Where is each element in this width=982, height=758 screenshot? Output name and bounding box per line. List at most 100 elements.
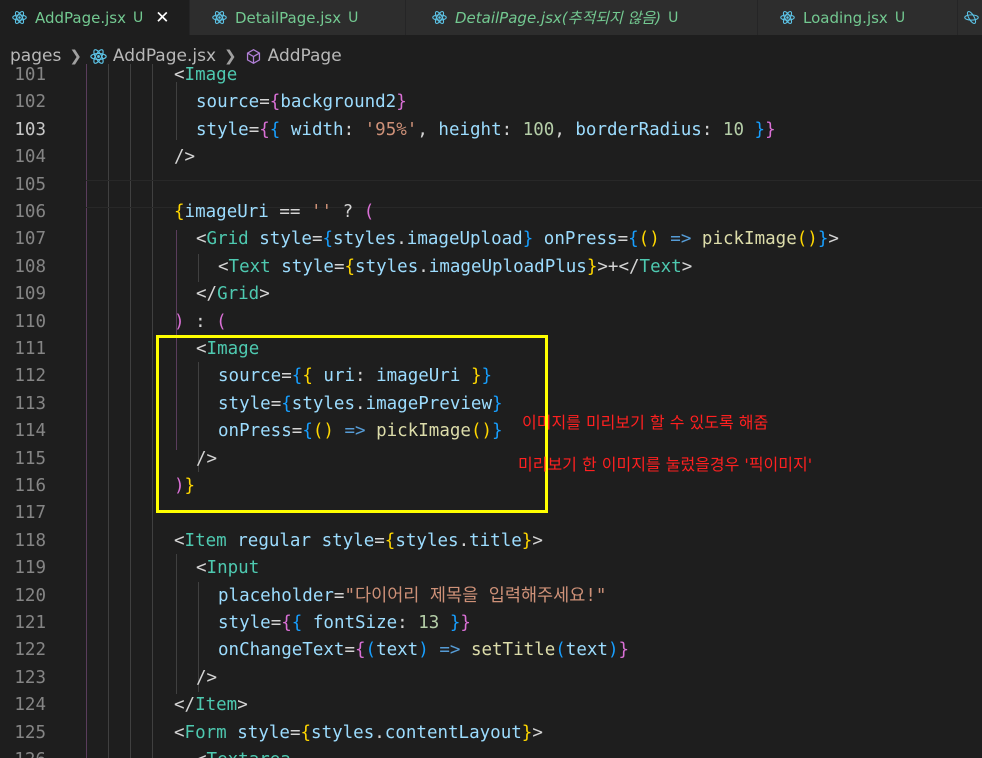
annotation-note-1: 이미지를 미리보기 할 수 있도록 해줌 <box>522 413 769 432</box>
code-line[interactable]: 125 <Form style={styles.contentLayout}> <box>0 720 982 748</box>
tab-addpage[interactable]: AddPage.jsx U ✕ <box>0 0 190 35</box>
code-token: { <box>281 613 292 633</box>
breadcrumb-file[interactable]: AddPage.jsx <box>113 46 216 66</box>
code-token: = <box>333 256 345 277</box>
code-token: </ <box>174 695 196 716</box>
tab-detailpage[interactable]: DetailPage.jsx U <box>190 0 406 35</box>
tab-label: DetailPage.jsx <box>235 8 342 27</box>
code-token: } <box>449 613 461 633</box>
code-token: = <box>270 613 282 633</box>
react-icon <box>12 10 27 25</box>
code-token: source <box>196 92 260 113</box>
code-line[interactable]: 123 /> <box>0 665 982 693</box>
code-text: <Form style={styles.contentLayout}> <box>174 720 543 748</box>
line-number: 122 <box>14 640 46 661</box>
code-token: ? <box>332 202 364 222</box>
highlight-box <box>156 335 548 513</box>
code-token: /> <box>196 667 218 688</box>
code-token: = <box>617 229 629 250</box>
code-token: ) <box>174 311 185 332</box>
line-number: 125 <box>14 722 46 743</box>
code-token: imageUpload <box>406 229 523 250</box>
code-token: : <box>343 119 365 140</box>
code-token: : <box>397 613 419 633</box>
breadcrumb-symbol[interactable]: AddPage <box>268 46 342 66</box>
react-icon <box>212 10 227 25</box>
untracked-badge: U <box>894 9 906 26</box>
tab-bar: AddPage.jsx U ✕ DetailPage.jsx U DetailP… <box>0 0 982 35</box>
code-line[interactable]: 104 /> <box>0 144 982 172</box>
code-line[interactable]: 122 onChangeText={(text) => setTitle(text… <box>0 637 982 665</box>
line-number: 111 <box>14 339 46 359</box>
code-token: = <box>259 92 270 113</box>
code-token: { <box>354 640 366 661</box>
code-token: Textarea <box>207 750 291 758</box>
line-number: 103 <box>14 119 46 140</box>
line-number: 120 <box>14 585 46 606</box>
code-line[interactable]: 120 placeholder="다이어리 제목을 입력해주세요!" <box>0 583 982 611</box>
line-number: 114 <box>14 421 46 442</box>
code-token: > <box>259 284 270 305</box>
code-token: { <box>291 613 303 633</box>
code-line[interactable]: 118 <Item regular style={styles.title}> <box>0 528 982 556</box>
code-token: , <box>554 119 576 140</box>
code-text: <Text style={styles.imageUploadPlus}>+</… <box>218 254 692 282</box>
code-line[interactable]: 110) : ( <box>0 309 982 337</box>
code-text: <Image <box>174 64 237 90</box>
tab-detailpage-untracked[interactable]: DetailPage.jsx(추적되지 않음) U <box>406 0 758 35</box>
line-number: 102 <box>14 92 46 113</box>
symbol-class-icon <box>246 48 260 64</box>
code-token: style <box>196 119 249 140</box>
code-token: { <box>628 229 639 250</box>
close-icon[interactable]: ✕ <box>155 8 169 28</box>
code-text: /> <box>196 665 217 693</box>
code-token: } <box>522 229 534 250</box>
code-line[interactable]: 102 source={background2} <box>0 89 982 117</box>
code-token: . <box>396 229 407 250</box>
code-token: } <box>460 613 471 633</box>
code-token: width <box>290 119 344 140</box>
code-token: = <box>289 722 301 743</box>
line-number: 116 <box>14 476 46 496</box>
code-token: } <box>521 722 533 743</box>
code-token: style <box>237 722 290 743</box>
code-line[interactable]: 105 <box>0 172 982 200</box>
code-token: title <box>469 530 522 551</box>
line-number: 118 <box>14 530 46 551</box>
code-token: Item <box>195 695 238 716</box>
code-line[interactable]: 101 <Image <box>0 64 982 90</box>
code-text: {imageUri == '' ? ( <box>174 199 374 227</box>
react-icon <box>432 10 447 25</box>
line-number: 119 <box>14 558 46 579</box>
code-token: < <box>196 750 207 758</box>
code-line[interactable]: 121 style={{ fontSize: 13 }} <box>0 610 982 638</box>
code-line[interactable]: 126 <Textarea <box>0 747 982 758</box>
code-token: onPress <box>543 229 618 250</box>
code-line[interactable]: 103 style={{ width: '95%', height: 100, b… <box>0 117 982 145</box>
code-line[interactable]: 107 <Grid style={styles.imageUpload} onPr… <box>0 226 982 254</box>
code-token: = <box>344 640 355 661</box>
code-token: style <box>321 530 375 551</box>
tab-loading[interactable]: Loading.jsx U <box>758 0 958 35</box>
code-line[interactable]: 106 {imageUri == '' ? ( <box>0 199 982 227</box>
code-token: } <box>396 92 407 113</box>
code-token: : <box>701 119 723 140</box>
code-token: = <box>333 585 345 606</box>
breadcrumb-folder[interactable]: pages <box>10 46 61 66</box>
code-text: <Textarea <box>196 747 291 758</box>
code-line[interactable]: 109 </Grid> <box>0 281 982 309</box>
code-line[interactable]: 124 </Item> <box>0 692 982 720</box>
code-token: imageUploadPlus <box>428 256 587 277</box>
code-line[interactable]: 119 <Input <box>0 555 982 583</box>
code-token: contentLayout <box>384 722 522 743</box>
tab-overflow[interactable] <box>958 0 982 35</box>
code-token: imageUri <box>184 202 269 222</box>
react-icon <box>90 48 107 64</box>
untracked-badge: U <box>132 9 144 26</box>
code-line[interactable]: 108 <Text style={styles.imageUploadPlus}>… <box>0 254 982 282</box>
